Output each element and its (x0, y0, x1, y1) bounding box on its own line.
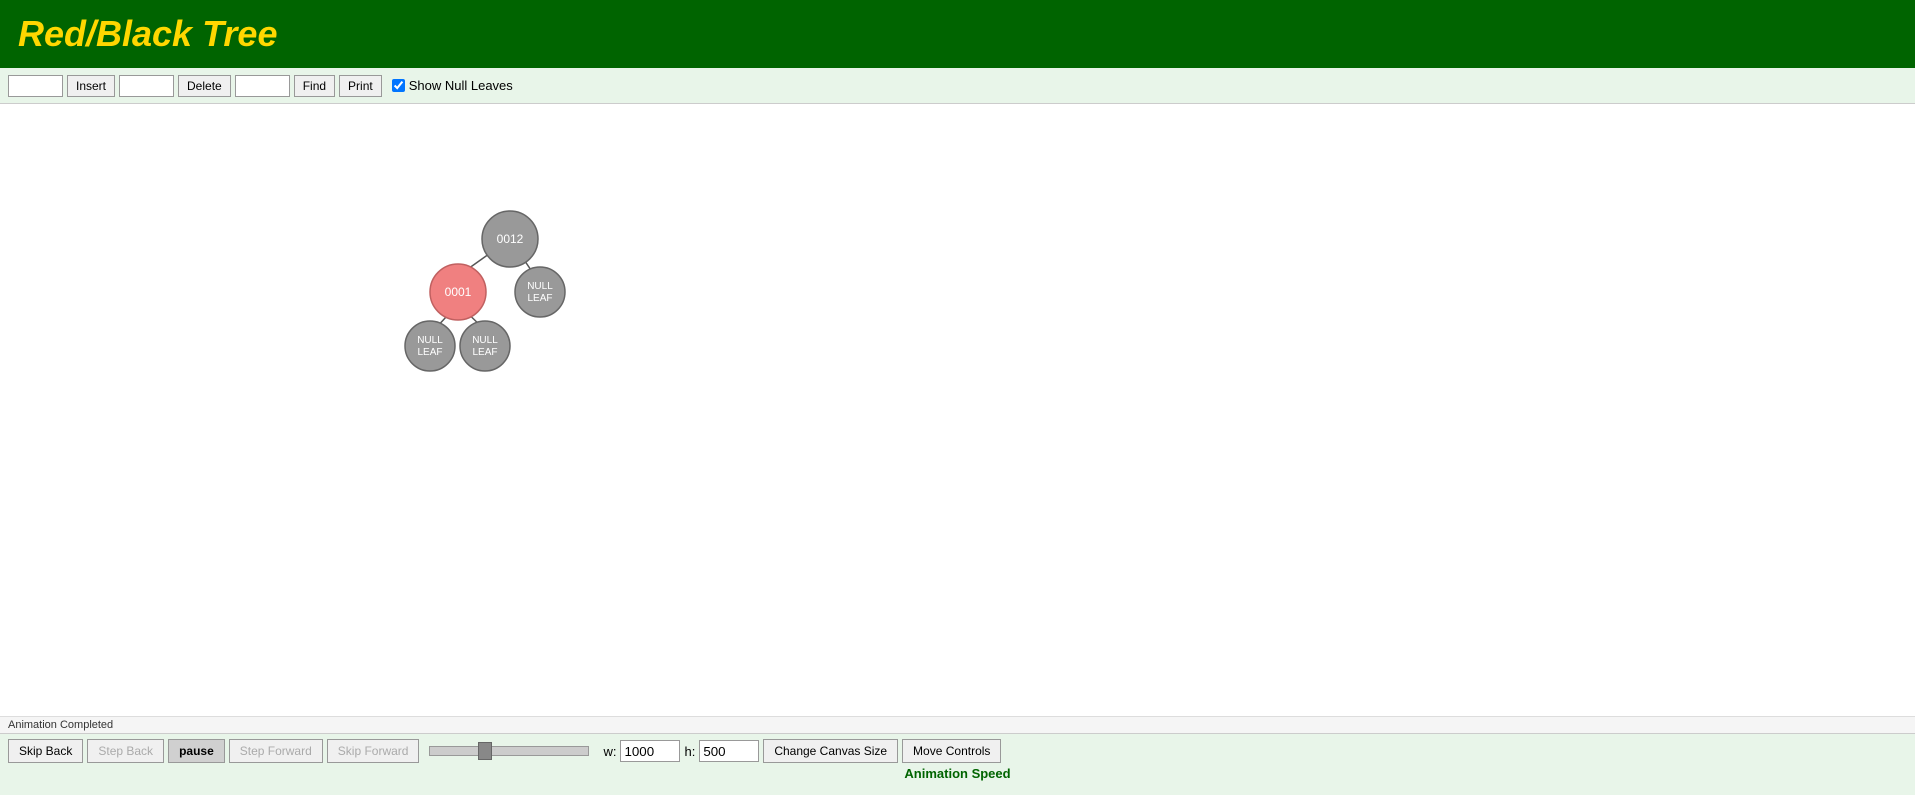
animation-speed-label: Animation Speed (8, 766, 1907, 781)
node-null-2-label2: LEAF (417, 347, 442, 358)
controls-row: Skip Back Step Back pause Step Forward S… (8, 739, 1907, 763)
move-controls-button[interactable]: Move Controls (902, 739, 1001, 763)
speed-slider-track (429, 739, 589, 763)
canvas-h-label: h: (684, 744, 695, 759)
toolbar: Insert Delete Find Print Show Null Leave… (0, 68, 1915, 104)
page-title: Red/Black Tree (18, 13, 277, 55)
header: Red/Black Tree (0, 0, 1915, 68)
pause-button[interactable]: pause (168, 739, 225, 763)
node-null-1-label: NULL (527, 281, 553, 292)
node-null-3-label: NULL (472, 335, 498, 346)
animation-status: Animation Completed (8, 719, 113, 731)
node-null-2-label: NULL (417, 335, 443, 346)
change-canvas-button[interactable]: Change Canvas Size (763, 739, 898, 763)
node-null-3-label2: LEAF (472, 347, 497, 358)
insert-button[interactable]: Insert (67, 75, 115, 97)
node-null-3 (460, 321, 510, 371)
step-back-button[interactable]: Step Back (87, 739, 164, 763)
speed-bar-outer[interactable] (429, 746, 589, 756)
skip-back-button[interactable]: Skip Back (8, 739, 83, 763)
print-button[interactable]: Print (339, 75, 382, 97)
node-null-2 (405, 321, 455, 371)
canvas-area: 0012 0001 NULL LEAF NULL LEAF NULL LEAF (0, 104, 1915, 716)
bottom-controls: Skip Back Step Back pause Step Forward S… (0, 733, 1915, 795)
find-button[interactable]: Find (294, 75, 335, 97)
show-null-leaves-checkbox[interactable] (392, 79, 405, 92)
canvas-size-row: w: h: Change Canvas Size Move Controls (603, 739, 1001, 763)
insert-input[interactable] (8, 75, 63, 97)
skip-forward-button[interactable]: Skip Forward (327, 739, 420, 763)
delete-button[interactable]: Delete (178, 75, 231, 97)
canvas-w-input[interactable] (620, 740, 680, 762)
node-0012-label: 0012 (497, 232, 524, 246)
speed-bar-thumb[interactable] (478, 742, 492, 760)
node-null-1-label2: LEAF (527, 293, 552, 304)
node-0001-label: 0001 (445, 285, 472, 299)
delete-input[interactable] (119, 75, 174, 97)
find-input[interactable] (235, 75, 290, 97)
tree-svg: 0012 0001 NULL LEAF NULL LEAF NULL LEAF (0, 104, 1915, 716)
show-null-leaves-label[interactable]: Show Null Leaves (392, 78, 513, 93)
show-null-leaves-text: Show Null Leaves (409, 78, 513, 93)
node-null-1 (515, 267, 565, 317)
step-forward-button[interactable]: Step Forward (229, 739, 323, 763)
status-bar: Animation Completed (0, 716, 1915, 733)
canvas-w-label: w: (603, 744, 616, 759)
canvas-h-input[interactable] (699, 740, 759, 762)
